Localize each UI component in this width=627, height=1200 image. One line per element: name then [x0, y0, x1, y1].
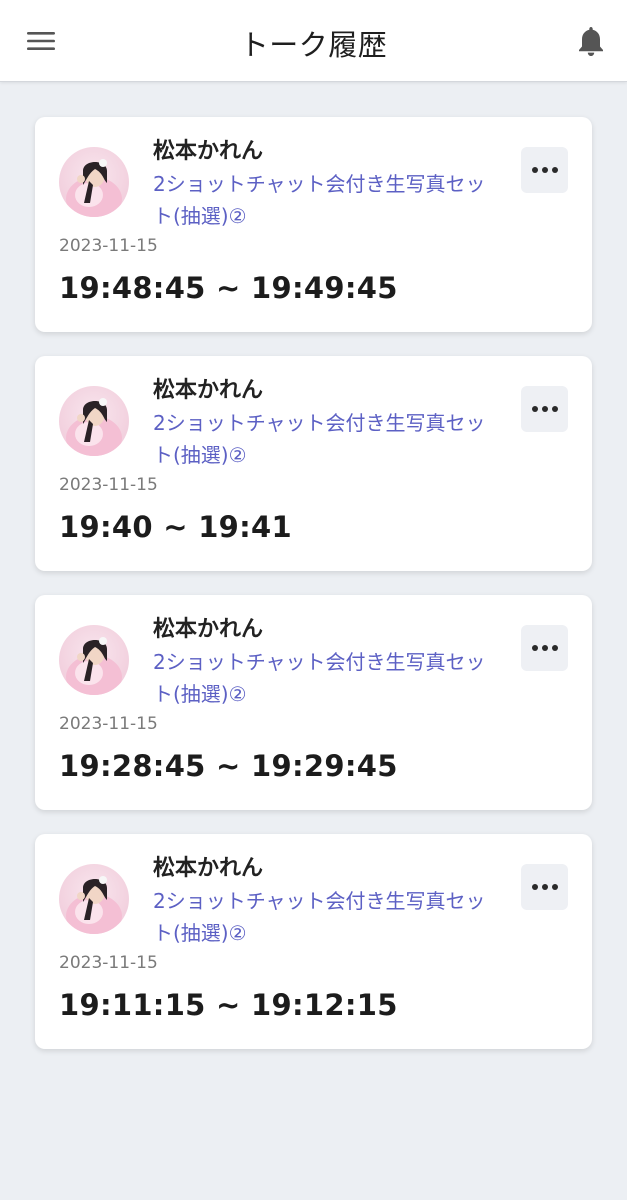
avatar	[59, 864, 129, 934]
talk-date: 2023-11-15	[59, 953, 158, 973]
avatar	[59, 147, 129, 217]
talk-history-card[interactable]: 松本かれん 2ショットチャット会付き生写真セット(抽選)② 2023-11-15…	[35, 595, 592, 810]
product-link[interactable]: 2ショットチャット会付き生写真セット(抽選)②	[153, 646, 503, 710]
talk-time-range: 19:28:45 ~ 19:29:45	[59, 749, 398, 783]
talker-name: 松本かれん	[153, 617, 264, 642]
talk-time-range: 19:48:45 ~ 19:49:45	[59, 271, 398, 305]
talk-time-range: 19:11:15 ~ 19:12:15	[59, 988, 398, 1022]
more-dots-icon	[531, 167, 538, 173]
talk-date: 2023-11-15	[59, 236, 158, 256]
more-options-button[interactable]	[521, 386, 568, 432]
talk-history-screen: トーク履歴 松本かれん 2ショットチャット会付き生写真セット(抽選)② 2023…	[0, 0, 627, 1200]
more-options-button[interactable]	[521, 864, 568, 910]
page-title: トーク履歴	[239, 28, 388, 62]
talk-time-range: 19:40 ~ 19:41	[59, 510, 293, 544]
product-link[interactable]: 2ショットチャット会付き生写真セット(抽選)②	[153, 168, 503, 232]
more-options-button[interactable]	[521, 147, 568, 193]
more-dots-icon	[531, 884, 538, 890]
product-link[interactable]: 2ショットチャット会付き生写真セット(抽選)②	[153, 407, 503, 471]
talker-name: 松本かれん	[153, 856, 264, 881]
talker-name: 松本かれん	[153, 378, 264, 403]
more-dots-icon	[531, 645, 538, 651]
bell-icon[interactable]	[573, 22, 609, 60]
product-link[interactable]: 2ショットチャット会付き生写真セット(抽選)②	[153, 885, 503, 949]
talk-history-card[interactable]: 松本かれん 2ショットチャット会付き生写真セット(抽選)② 2023-11-15…	[35, 834, 592, 1049]
more-options-button[interactable]	[521, 625, 568, 671]
talk-date: 2023-11-15	[59, 714, 158, 734]
avatar	[59, 386, 129, 456]
talker-name: 松本かれん	[153, 139, 264, 164]
talk-date: 2023-11-15	[59, 475, 158, 495]
talk-history-card[interactable]: 松本かれん 2ショットチャット会付き生写真セット(抽選)② 2023-11-15…	[35, 117, 592, 332]
app-header: トーク履歴	[0, 0, 627, 82]
avatar	[59, 625, 129, 695]
talk-history-card[interactable]: 松本かれん 2ショットチャット会付き生写真セット(抽選)② 2023-11-15…	[35, 356, 592, 571]
more-dots-icon	[531, 406, 538, 412]
talk-history-list: 松本かれん 2ショットチャット会付き生写真セット(抽選)② 2023-11-15…	[35, 117, 592, 1073]
